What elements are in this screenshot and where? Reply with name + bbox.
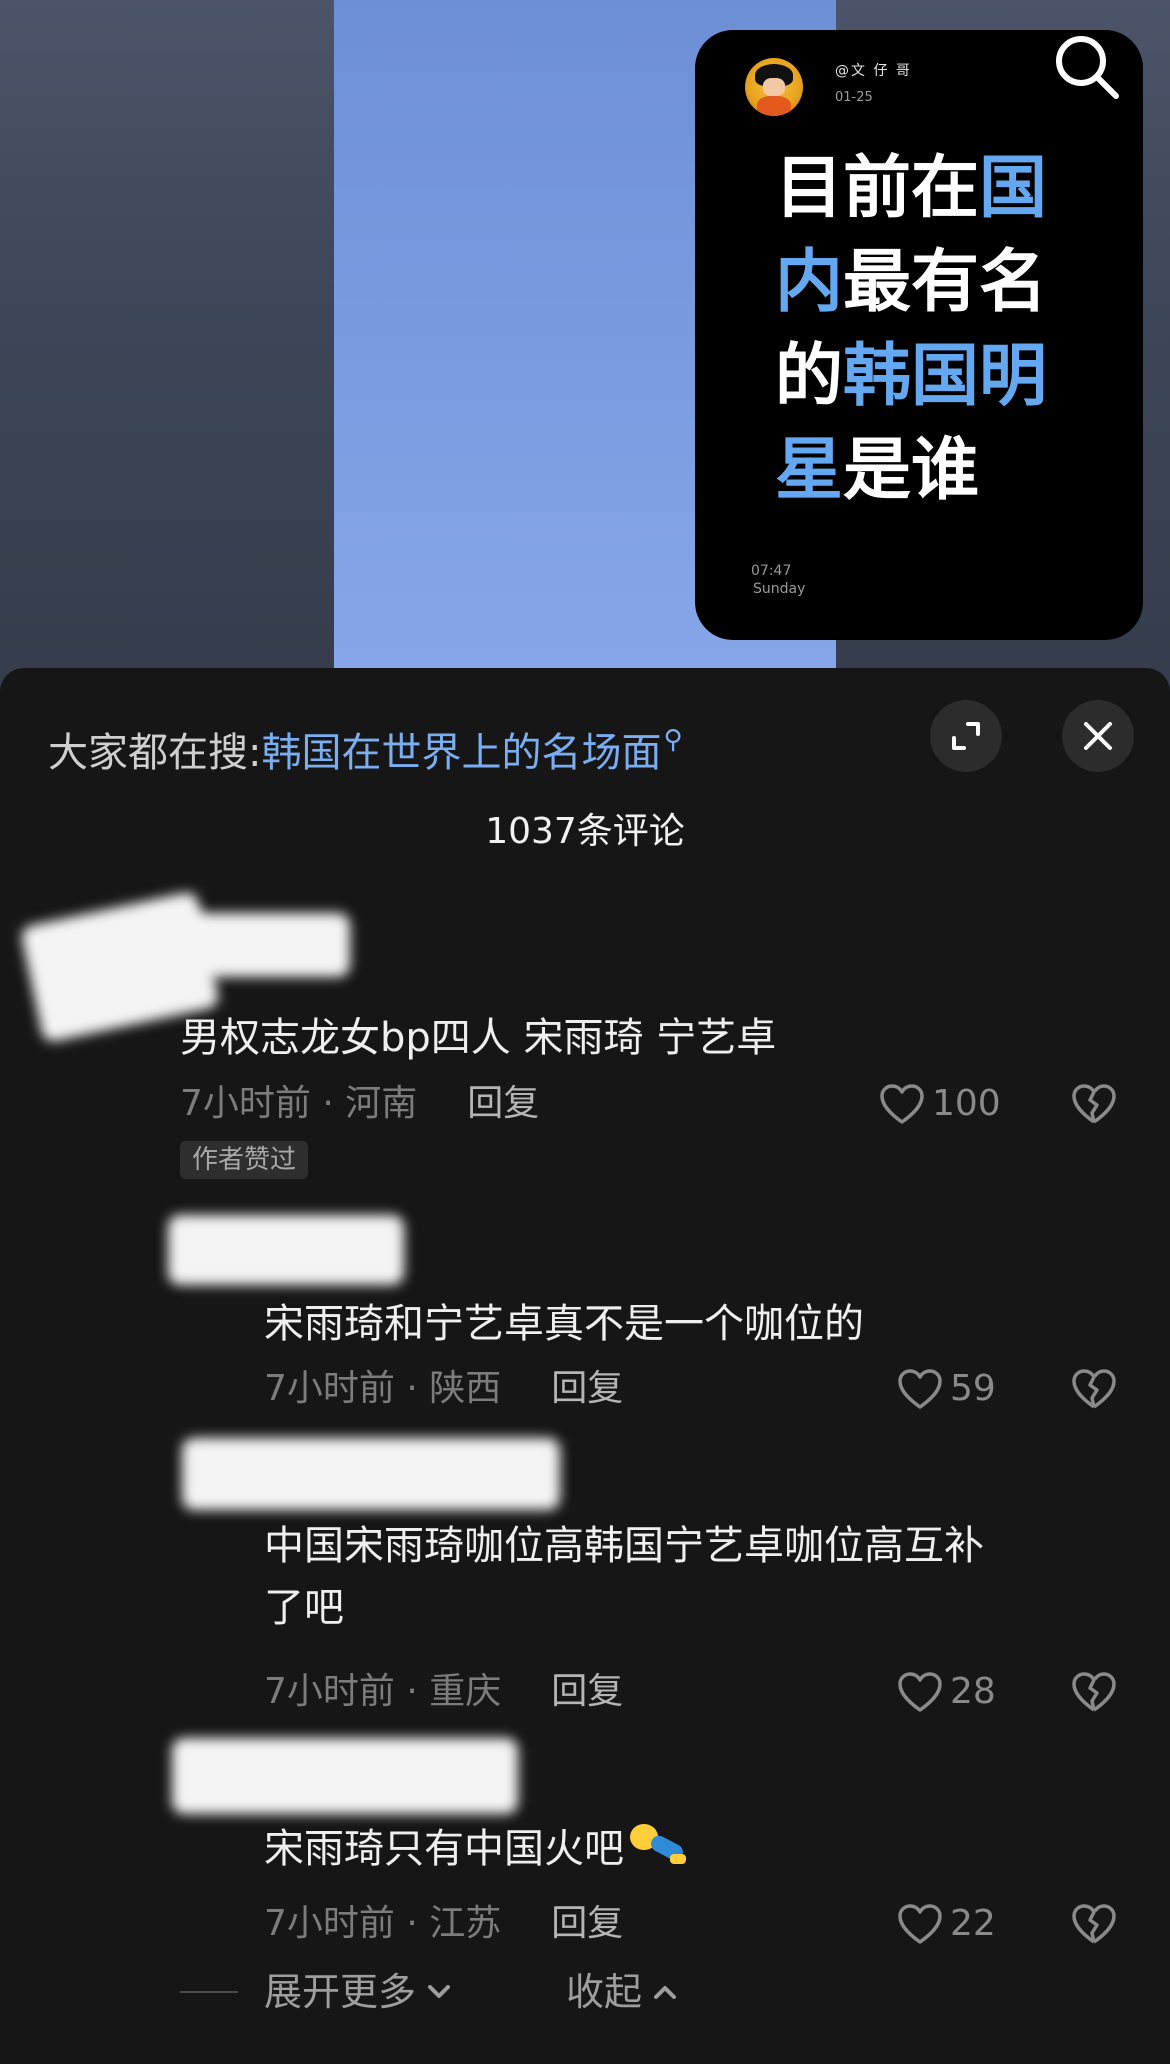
comment-count: 1037条评论 xyxy=(485,811,685,852)
chevron-down-icon xyxy=(428,1985,451,1998)
redacted-username xyxy=(168,1215,404,1285)
heart-icon xyxy=(898,1672,942,1712)
expand-sheet-button[interactable] xyxy=(930,700,1002,772)
lying-down-emoji-icon xyxy=(626,1820,688,1870)
comment-meta: 7小时前 · 河南 回复 xyxy=(180,1080,539,1128)
comment-time: 7小时前 · 河南 xyxy=(180,1083,418,1124)
search-icon xyxy=(1056,36,1119,99)
broken-heart-icon xyxy=(1072,1904,1116,1944)
like-button[interactable]: 59 xyxy=(896,1365,996,1413)
broken-heart-icon xyxy=(1072,1672,1116,1712)
card-title: 目前在国内最有名的韩国明星是谁 xyxy=(775,142,1075,518)
comment-time: 7小时前 · 重庆 xyxy=(264,1671,502,1712)
comment-sheet: 大家都在搜:韩国在世界上的名场面⚲ 1037条评论 男权志龙女bp四人 宋雨琦 … xyxy=(0,668,1170,2064)
redacted-username xyxy=(182,1438,560,1510)
expand-more-button[interactable]: 展开更多 xyxy=(264,1968,456,2016)
small-search-icon: ⚲ xyxy=(663,725,683,755)
author-liked-badge: 作者赞过 xyxy=(180,1141,309,1179)
heart-icon xyxy=(898,1369,942,1409)
hot-search-prefix: 大家都在搜: xyxy=(48,730,262,776)
like-button[interactable]: 22 xyxy=(896,1900,996,1948)
like-count: 100 xyxy=(932,1083,1001,1124)
comment-text: 宋雨琦只有中国火吧 xyxy=(264,1820,688,1877)
comment-text: 宋雨琦和宁艺卓真不是一个咖位的 xyxy=(264,1301,864,1347)
dislike-button[interactable] xyxy=(1070,1367,1118,1415)
divider-line xyxy=(180,1991,238,1993)
reply-button[interactable]: 回复 xyxy=(467,1083,539,1124)
comment-meta: 7小时前 · 陕西 回复 xyxy=(264,1365,623,1413)
comment-meta: 7小时前 · 江苏 回复 xyxy=(264,1900,623,1948)
dislike-button[interactable] xyxy=(1070,1082,1118,1130)
card-weekday: Sunday xyxy=(753,581,806,597)
card-date: 01-25 xyxy=(835,90,873,105)
redacted-username xyxy=(172,1738,518,1814)
comment-text-line-1: 中国宋雨琦咖位高韩国宁艺卓咖位高互补 xyxy=(264,1523,984,1569)
heart-icon xyxy=(898,1904,942,1944)
like-count: 28 xyxy=(950,1671,996,1712)
search-button[interactable] xyxy=(1050,30,1124,104)
creator-avatar xyxy=(745,58,803,116)
expand-more-label: 展开更多 xyxy=(264,1970,417,2014)
title-part: 目前在 xyxy=(775,149,980,228)
chevron-up-icon xyxy=(654,1986,677,1999)
close-button[interactable] xyxy=(1062,700,1134,772)
like-count: 22 xyxy=(950,1903,996,1944)
redacted-username xyxy=(140,913,350,977)
card-time: 07:47 xyxy=(751,563,792,579)
broken-heart-icon xyxy=(1072,1084,1116,1124)
reply-button[interactable]: 回复 xyxy=(551,1671,623,1712)
dislike-button[interactable] xyxy=(1070,1902,1118,1950)
hot-search-bar: 大家都在搜:韩国在世界上的名场面⚲ xyxy=(48,716,683,776)
comment-meta: 7小时前 · 重庆 回复 xyxy=(264,1668,623,1716)
expand-icon xyxy=(952,722,980,750)
comment-text: 男权志龙女bp四人 宋雨琦 宁艺卓 xyxy=(180,1015,777,1061)
title-part: 是谁 xyxy=(843,431,980,510)
reply-button[interactable]: 回复 xyxy=(551,1368,623,1409)
dislike-button[interactable] xyxy=(1070,1670,1118,1718)
video-frame: @文 仔 哥 01-25 目前在国内最有名的韩国明星是谁 07:47 Sunda… xyxy=(334,0,1143,700)
close-icon xyxy=(1084,722,1112,750)
comment-text-content: 宋雨琦只有中国火吧 xyxy=(264,1826,624,1872)
app-root: @文 仔 哥 01-25 目前在国内最有名的韩国明星是谁 07:47 Sunda… xyxy=(0,0,1170,2064)
hot-search-term[interactable]: 韩国在世界上的名场面 xyxy=(261,730,661,776)
reply-controls: 展开更多 收起 xyxy=(180,1968,682,2016)
like-count: 59 xyxy=(950,1368,996,1409)
hot-search-link[interactable]: 韩国在世界上的名场面⚲ xyxy=(261,725,682,776)
card-username: @文 仔 哥 xyxy=(835,63,912,79)
card-timestamp: 07:47 Sunday xyxy=(751,562,805,598)
broken-heart-icon xyxy=(1072,1369,1116,1409)
like-button[interactable]: 28 xyxy=(896,1668,996,1716)
heart-icon xyxy=(880,1084,924,1124)
comment-time: 7小时前 · 江苏 xyxy=(264,1903,502,1944)
collapse-button[interactable]: 收起 xyxy=(566,1968,682,2016)
collapse-label: 收起 xyxy=(566,1970,643,2014)
video-card: @文 仔 哥 01-25 目前在国内最有名的韩国明星是谁 07:47 Sunda… xyxy=(695,30,1143,640)
comment-text-line-2: 了吧 xyxy=(264,1585,344,1631)
reply-button[interactable]: 回复 xyxy=(551,1903,623,1944)
video-player[interactable]: @文 仔 哥 01-25 目前在国内最有名的韩国明星是谁 07:47 Sunda… xyxy=(0,0,1170,700)
like-button[interactable]: 100 xyxy=(878,1080,1001,1128)
comment-time: 7小时前 · 陕西 xyxy=(264,1368,502,1409)
